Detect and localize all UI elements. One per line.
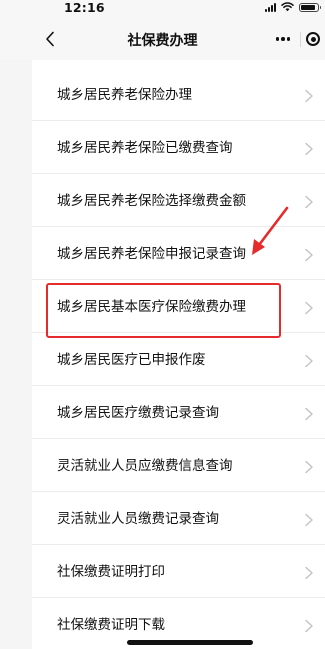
list-item[interactable]: 灵活就业人员应缴费信息查询 <box>32 440 325 492</box>
list-item[interactable]: 城乡居民医疗缴费记录查询 <box>32 387 325 439</box>
list-item-label: 城乡居民养老保险已缴费查询 <box>57 140 233 156</box>
capsule-divider <box>300 32 301 47</box>
chevron-right-icon <box>305 89 313 103</box>
chevron-right-icon <box>305 460 313 474</box>
chevron-right-icon <box>305 566 313 580</box>
wifi-icon <box>281 2 294 12</box>
chevron-right-icon <box>305 619 313 633</box>
chevron-right-icon <box>305 142 313 156</box>
chevron-right-icon <box>305 195 313 209</box>
list-item[interactable]: 社保缴费证明打印 <box>32 546 325 598</box>
list-item-label: 灵活就业人员缴费记录查询 <box>57 511 219 527</box>
list-item-label: 城乡居民养老保险选择缴费金额 <box>57 193 246 209</box>
red-arrow-annotation <box>252 206 289 255</box>
home-indicator <box>127 640 253 645</box>
list-item-label: 社保缴费证明打印 <box>57 564 165 580</box>
chevron-right-icon <box>305 248 313 262</box>
list-item-label: 城乡居民医疗缴费记录查询 <box>57 405 219 421</box>
more-dots-icon <box>275 37 291 41</box>
list-item-label: 城乡居民养老保险申报记录查询 <box>57 246 246 262</box>
status-bar: 12:16 <box>0 0 325 18</box>
list-item-label: 城乡居民养老保险办理 <box>57 87 192 103</box>
chevron-right-icon <box>305 354 313 368</box>
list-item[interactable]: 灵活就业人员缴费记录查询 <box>32 493 325 545</box>
list-item-label: 社保缴费证明下载 <box>57 617 165 633</box>
chevron-right-icon <box>305 407 313 421</box>
list-item[interactable]: 城乡居民养老保险办理 <box>32 69 325 121</box>
chevron-right-icon <box>305 301 313 315</box>
list-item[interactable]: 城乡居民养老保险已缴费查询 <box>32 122 325 174</box>
list-item-label: 灵活就业人员应缴费信息查询 <box>57 458 233 474</box>
signal-icon <box>265 2 276 12</box>
menu-list: 城乡居民养老保险办理 城乡居民养老保险已缴费查询 城乡居民养老保险选择缴费金额 … <box>32 60 325 649</box>
more-button[interactable] <box>271 30 295 48</box>
highlight-box <box>46 283 281 338</box>
chevron-right-icon <box>305 513 313 527</box>
status-time: 12:16 <box>64 0 105 15</box>
status-icons <box>265 2 321 12</box>
close-button[interactable] <box>306 29 325 49</box>
battery-icon <box>299 2 321 12</box>
nav-bar: 社保费办理 <box>0 18 325 60</box>
target-icon <box>306 32 320 46</box>
list-item-label: 城乡居民医疗已申报作废 <box>57 352 206 368</box>
list-item[interactable]: 城乡居民医疗已申报作废 <box>32 334 325 386</box>
